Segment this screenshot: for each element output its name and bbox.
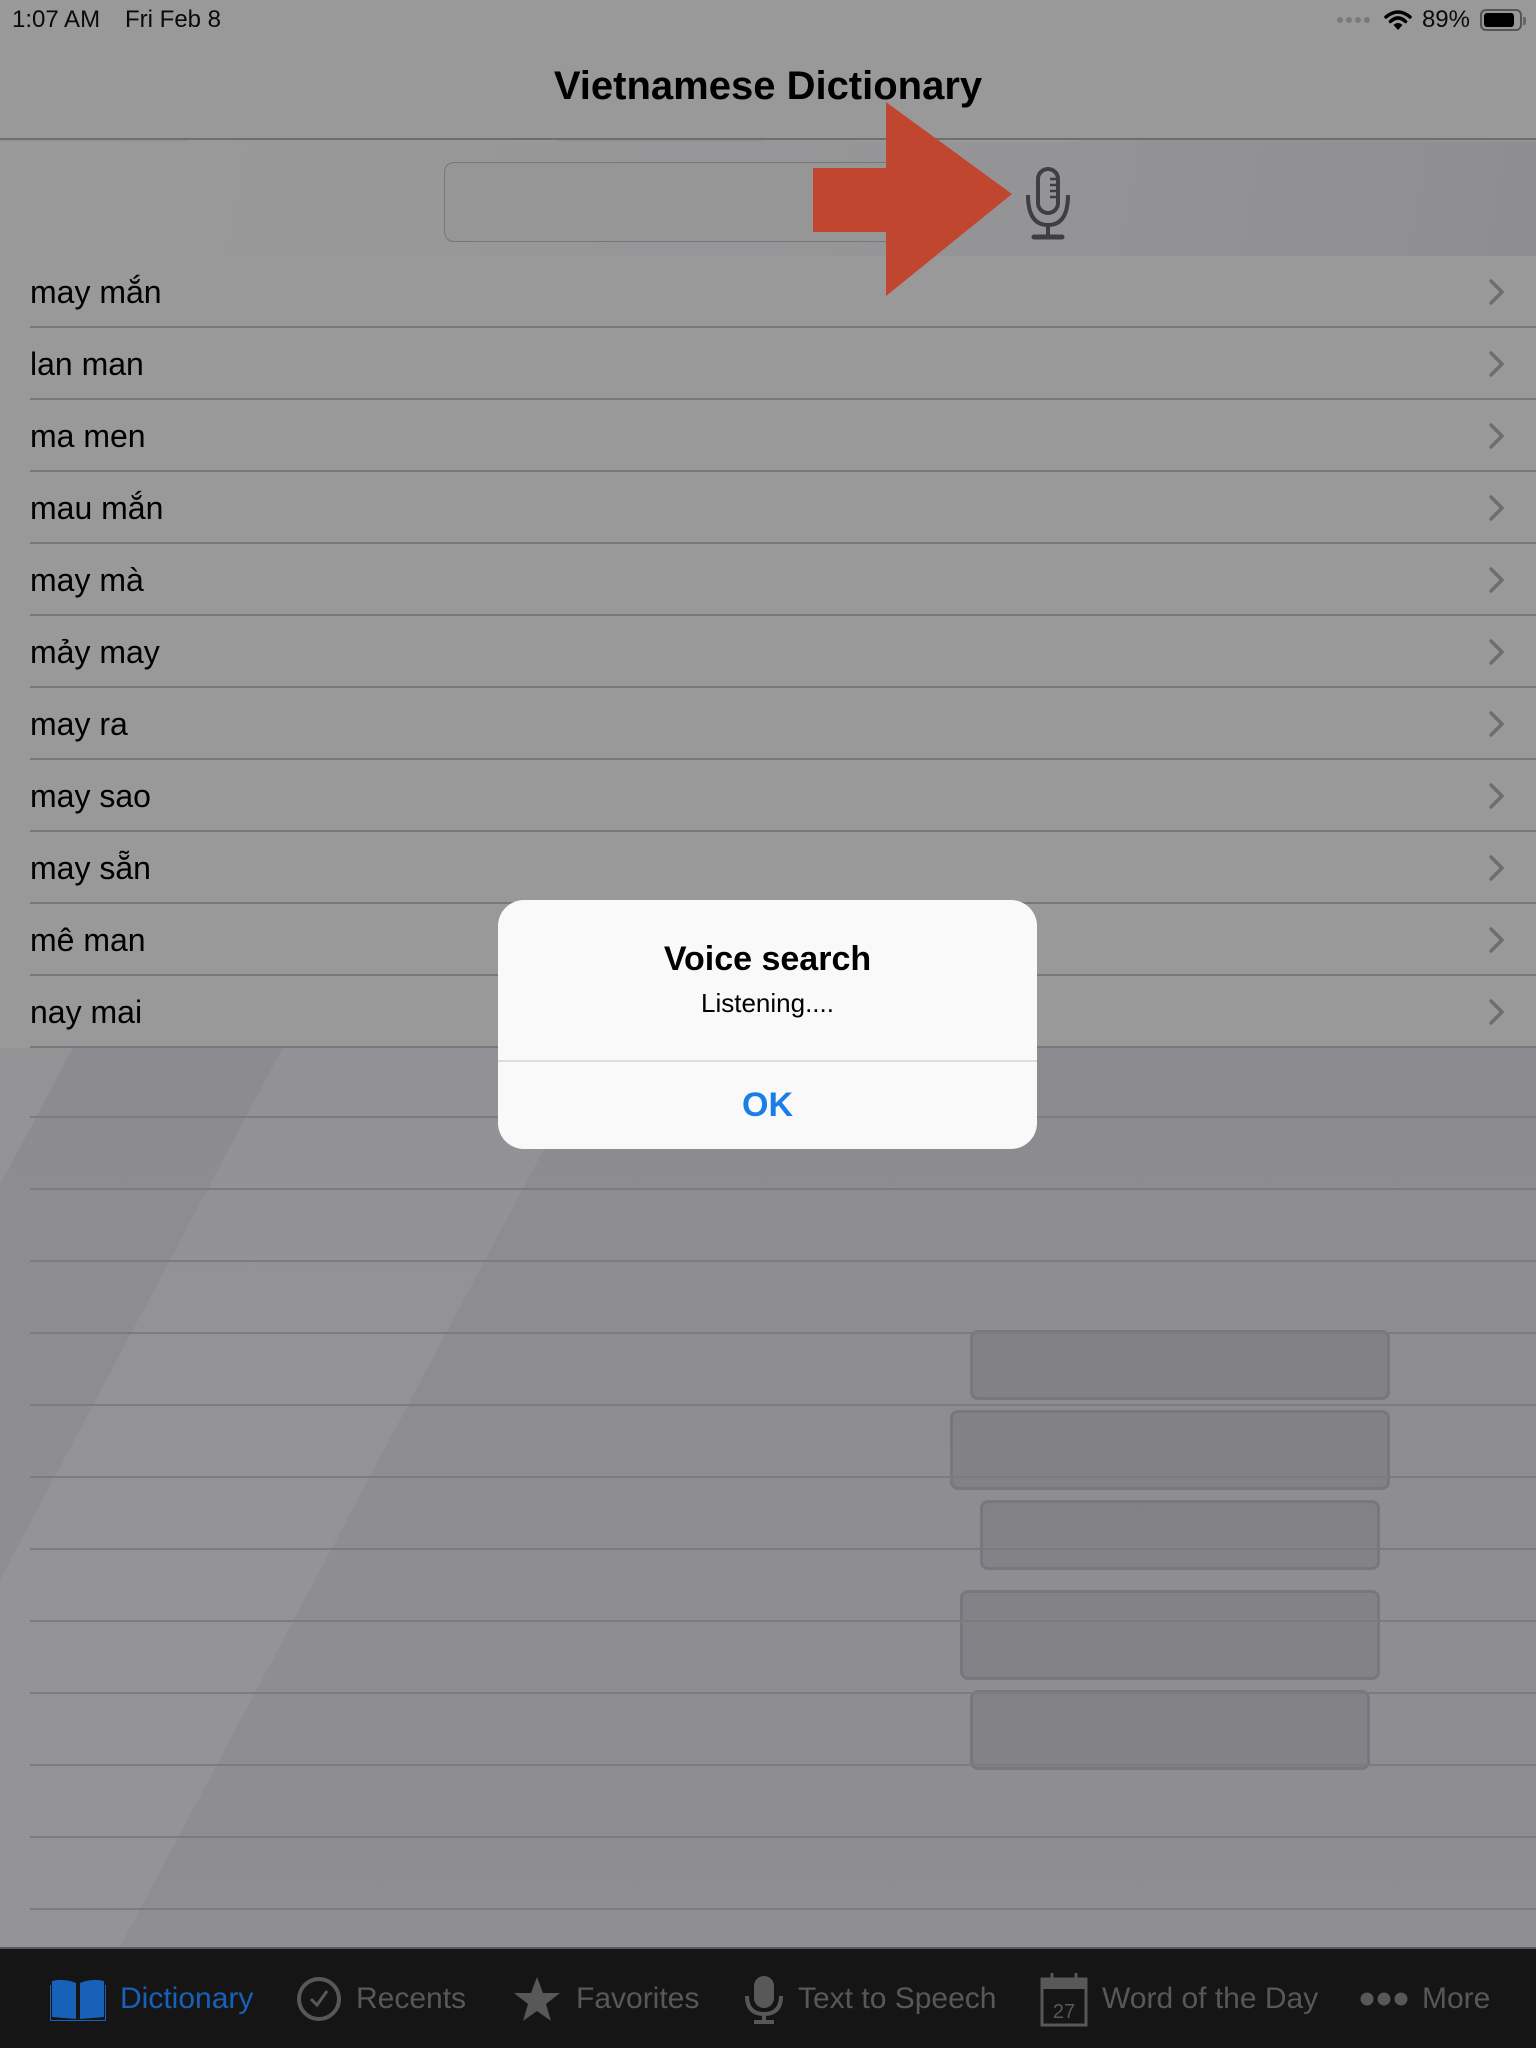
- calendar-day-text: 27: [1053, 2001, 1075, 2023]
- tab-dictionary[interactable]: Dictionary: [50, 1971, 253, 2027]
- tab-bar: Dictionary Recents Favorites Text to Spe…: [0, 1947, 1536, 2048]
- empty-row-line: [30, 1190, 1536, 1262]
- tab-label: Favorites: [576, 1982, 700, 2015]
- word-label: ma men: [30, 417, 146, 454]
- word-label: may mà: [30, 561, 144, 598]
- tab-text-to-speech[interactable]: Text to Speech: [744, 1971, 996, 2027]
- empty-row-line: [30, 1622, 1536, 1694]
- search-bar: [0, 142, 1536, 256]
- tab-word-of-the-day[interactable]: 27 Word of the Day: [1040, 1971, 1318, 2027]
- checkmark-circle-icon: [297, 1977, 341, 2021]
- tab-recents[interactable]: Recents: [296, 1971, 466, 2027]
- chevron-right-icon: [1489, 279, 1505, 305]
- chevron-right-icon: [1489, 855, 1505, 881]
- status-bar: 1:07 AM Fri Feb 8 89%: [0, 0, 1536, 40]
- wifi-icon: [1384, 10, 1412, 30]
- empty-row-line: [30, 1262, 1536, 1334]
- word-label: may sao: [30, 777, 151, 814]
- empty-row-line: [30, 1406, 1536, 1478]
- word-list-item[interactable]: ma men: [0, 400, 1536, 472]
- chevron-right-icon: [1489, 567, 1505, 593]
- tab-more[interactable]: More: [1360, 1971, 1490, 2027]
- chevron-right-icon: [1489, 423, 1505, 449]
- chevron-right-icon: [1489, 783, 1505, 809]
- chevron-right-icon: [1489, 495, 1505, 521]
- tab-label: More: [1422, 1982, 1491, 2015]
- word-list-item[interactable]: may sao: [0, 760, 1536, 832]
- word-label: nay mai: [30, 993, 143, 1030]
- chevron-right-icon: [1489, 927, 1505, 953]
- tab-favorites[interactable]: Favorites: [512, 1971, 699, 2027]
- tab-label: Text to Speech: [798, 1982, 997, 2015]
- word-label: lan man: [30, 345, 144, 382]
- chevron-right-icon: [1489, 639, 1505, 665]
- tab-label: Dictionary: [120, 1982, 254, 2015]
- battery-fill: [1484, 13, 1515, 27]
- word-label: may ra: [30, 705, 128, 742]
- status-date: Fri Feb 8: [125, 6, 222, 33]
- voice-search-alert: Voice search Listening.... OK: [498, 900, 1037, 1149]
- status-time: 1:07 AM: [12, 6, 101, 33]
- word-list-item[interactable]: may mắn: [0, 256, 1536, 328]
- battery-percent: 89%: [1421, 6, 1470, 33]
- word-list-item[interactable]: lan man: [0, 328, 1536, 400]
- word-label: mảy may: [30, 633, 160, 670]
- calendar-icon: 27: [1040, 1973, 1088, 2027]
- tab-label: Word of the Day: [1102, 1982, 1319, 2015]
- word-list-item[interactable]: may ra: [0, 688, 1536, 760]
- empty-row-line: [30, 1478, 1536, 1550]
- microphone-icon: [1026, 167, 1070, 240]
- chevron-right-icon: [1489, 999, 1505, 1025]
- more-dots-icon: [1360, 1992, 1408, 2006]
- empty-row-line: [30, 1766, 1536, 1838]
- microphone-icon: [745, 1976, 783, 2024]
- tab-label: Recents: [356, 1982, 467, 2015]
- word-list-item[interactable]: mau mắn: [0, 472, 1536, 544]
- navigation-bar: Vietnamese Dictionary: [0, 40, 1536, 140]
- word-list-item[interactable]: may sẵn: [0, 832, 1536, 904]
- alert-ok-button[interactable]: OK: [498, 1062, 1037, 1149]
- star-icon: [514, 1977, 560, 2021]
- open-book-icon: [50, 1979, 106, 2021]
- chevron-right-icon: [1489, 351, 1505, 377]
- status-indicators: 89%: [1336, 6, 1526, 34]
- alert-title: Voice search: [663, 940, 872, 978]
- word-list-item[interactable]: mảy may: [0, 616, 1536, 688]
- cellular-dots-icon: [1336, 17, 1370, 23]
- empty-row-line: [30, 1694, 1536, 1766]
- word-label: may mắn: [30, 273, 162, 310]
- word-label: may sẵn: [30, 849, 151, 886]
- chevron-right-icon: [1489, 711, 1505, 737]
- alert-message: Listening....: [701, 988, 834, 1018]
- word-label: mê man: [30, 921, 146, 958]
- empty-row-line: [30, 1838, 1536, 1910]
- search-input[interactable]: [444, 162, 954, 242]
- empty-row-line: [30, 1334, 1536, 1406]
- page-title: Vietnamese Dictionary: [553, 64, 983, 108]
- word-label: mau mắn: [30, 489, 164, 526]
- word-list-item[interactable]: may mà: [0, 544, 1536, 616]
- empty-row-line: [30, 1550, 1536, 1622]
- battery-icon: [1480, 9, 1526, 31]
- voice-search-button[interactable]: [1018, 162, 1078, 246]
- empty-list-lines: [30, 1046, 1536, 1982]
